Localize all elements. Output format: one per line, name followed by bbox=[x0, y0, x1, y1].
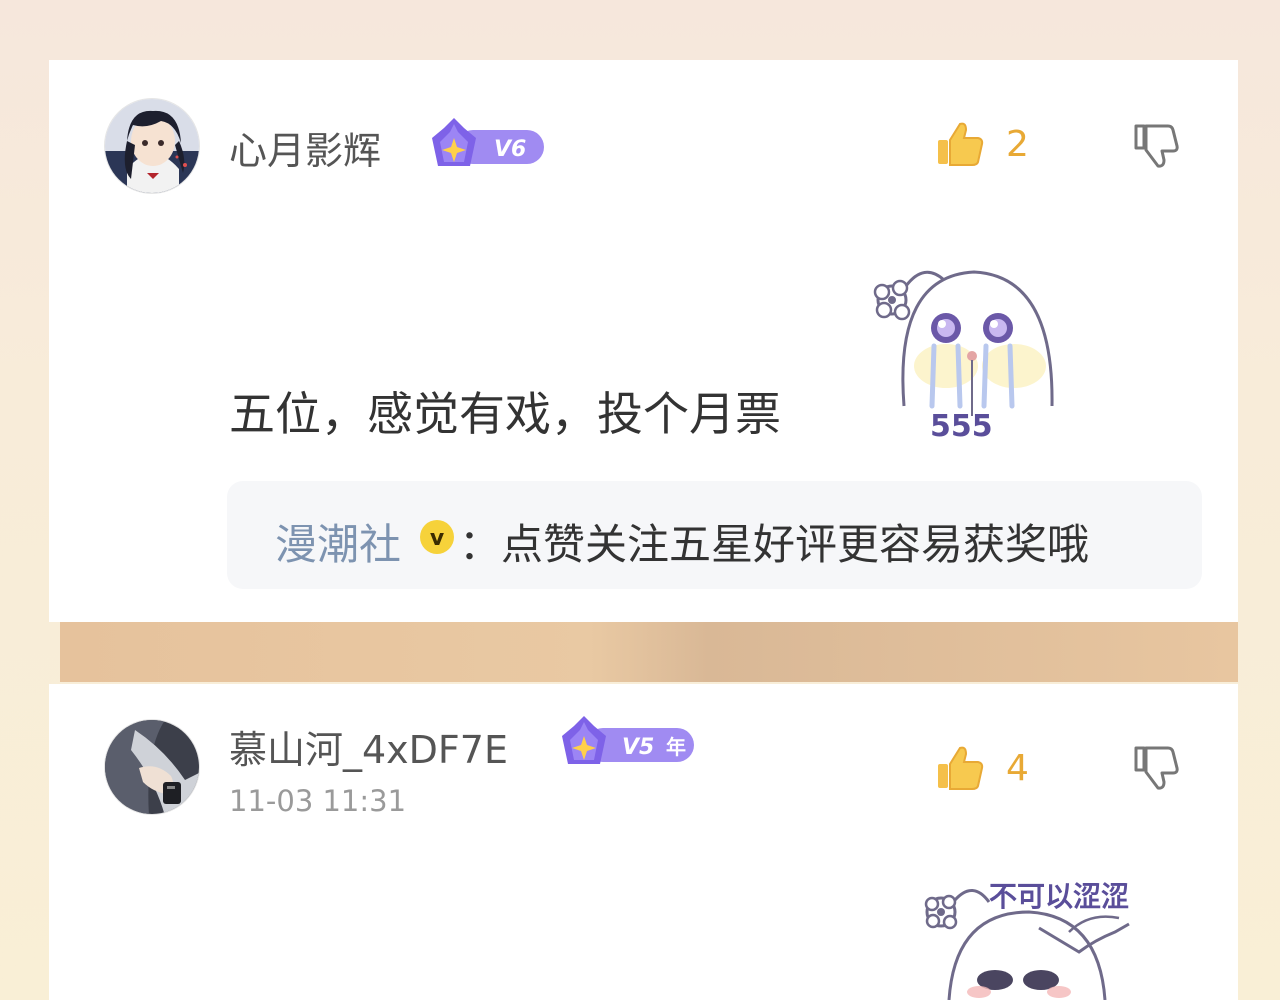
vip-level-text: V5 bbox=[622, 735, 654, 760]
avatar[interactable] bbox=[104, 98, 200, 194]
vip-level-badge: V5 年 bbox=[556, 714, 696, 774]
thumbs-down-icon bbox=[1134, 124, 1179, 168]
like-button[interactable] bbox=[936, 744, 984, 792]
vip-level-text: V6 bbox=[494, 137, 526, 162]
sticker-caption: 555 bbox=[930, 409, 993, 444]
vip-level-badge: V6 bbox=[426, 116, 546, 176]
comment-card: 心月影辉 V6 2 五位，感觉有戏，投个月票 555 漫潮社 v ：点赞关注五星… bbox=[49, 60, 1238, 622]
avatar[interactable] bbox=[104, 719, 200, 815]
sticker-caption: 不可以涩涩 bbox=[989, 880, 1129, 913]
like-count: 4 bbox=[1006, 748, 1029, 789]
poke-sticker: 不可以涩涩 bbox=[919, 872, 1179, 1000]
thumbs-down-icon bbox=[1134, 746, 1179, 790]
dislike-button[interactable] bbox=[1132, 122, 1180, 170]
reply-separator: ： bbox=[459, 520, 502, 569]
like-count: 2 bbox=[1006, 124, 1029, 165]
reply-text: ：点赞关注五星好评更容易获奖哦 bbox=[459, 511, 1089, 572]
comment-card: 慕山河_4xDF7E V5 年 11-03 11:31 4 不可以涩涩 bbox=[49, 684, 1238, 1000]
crying-sticker: 555 bbox=[864, 256, 1064, 450]
username[interactable]: 心月影辉 bbox=[229, 120, 381, 175]
verified-icon: v bbox=[419, 519, 455, 559]
reply-content: 点赞关注五星好评更容易获奖哦 bbox=[501, 520, 1090, 569]
dislike-button[interactable] bbox=[1132, 744, 1180, 792]
thumbs-up-icon bbox=[938, 122, 984, 166]
like-button[interactable] bbox=[936, 120, 984, 168]
vip-annual-mark: 年 bbox=[666, 735, 686, 759]
author-reply[interactable]: 漫潮社 v ：点赞关注五星好评更容易获奖哦 bbox=[227, 481, 1202, 589]
comment-text: 五位，感觉有戏，投个月票 bbox=[229, 387, 781, 441]
reply-author[interactable]: 漫潮社 bbox=[275, 511, 401, 572]
comment-timestamp: 11-03 11:31 bbox=[229, 784, 407, 818]
thumbs-up-icon bbox=[938, 746, 984, 790]
username[interactable]: 慕山河_4xDF7E bbox=[229, 719, 508, 774]
background-strip bbox=[60, 622, 1238, 682]
verified-mark: v bbox=[430, 526, 445, 551]
